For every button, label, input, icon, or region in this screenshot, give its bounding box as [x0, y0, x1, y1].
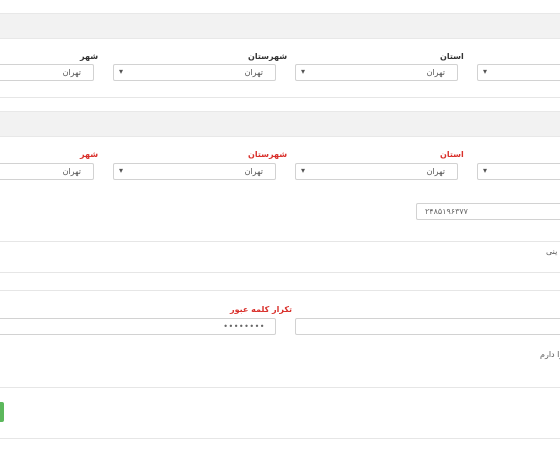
- chevron-down-icon: ▾: [483, 67, 488, 76]
- partial-label-2: را دارم: [540, 350, 560, 359]
- city-select-1[interactable]: تهران: [0, 64, 94, 81]
- county-select-1[interactable]: ▾ تهران: [113, 64, 276, 81]
- county-label-1: شهرستان: [248, 52, 288, 61]
- province-select-1[interactable]: ▾ تهران: [295, 64, 458, 81]
- city-value-1: تهران: [62, 68, 81, 77]
- divider: [0, 438, 560, 439]
- password-repeat-value: ••••••••: [223, 322, 265, 331]
- section-header-1: [0, 13, 560, 39]
- province-select-2[interactable]: ▾ تهران: [295, 163, 458, 180]
- password-repeat-label: تکرار کلمه عبور: [230, 305, 293, 314]
- city-label-1: شهر: [80, 52, 99, 61]
- divider: [0, 387, 560, 388]
- province-label-2: استان: [440, 150, 464, 159]
- county-value-2: تهران: [244, 167, 263, 176]
- divider: [0, 272, 560, 273]
- chevron-down-icon: ▾: [119, 67, 124, 76]
- province-value-1: تهران: [426, 68, 445, 77]
- phone-value: ۲۴۸۵۱۹۶۳۷۷: [425, 207, 468, 216]
- partial-label-1: ینی: [546, 247, 558, 256]
- section-header-2: [0, 111, 560, 137]
- submit-button[interactable]: [0, 402, 4, 422]
- county-label-2: شهرستان: [248, 150, 288, 159]
- chevron-down-icon: ▾: [119, 166, 124, 175]
- city-label-2: شهر: [80, 150, 99, 159]
- divider: [0, 290, 560, 291]
- phone-input[interactable]: ۲۴۸۵۱۹۶۳۷۷: [416, 203, 560, 220]
- province-label-1: استان: [440, 52, 464, 61]
- city-select-2[interactable]: تهران: [0, 163, 94, 180]
- chevron-down-icon: ▾: [301, 67, 306, 76]
- password-repeat-input[interactable]: ••••••••: [0, 318, 276, 335]
- province-value-2: تهران: [426, 167, 445, 176]
- city-value-2: تهران: [62, 167, 81, 176]
- province-select-1-partial[interactable]: ▾: [477, 64, 560, 81]
- divider: [0, 97, 560, 98]
- password-input[interactable]: [295, 318, 560, 335]
- divider: [0, 241, 560, 242]
- chevron-down-icon: ▾: [483, 166, 488, 175]
- province-select-2-partial[interactable]: ▾: [477, 163, 560, 180]
- chevron-down-icon: ▾: [301, 166, 306, 175]
- county-select-2[interactable]: ▾ تهران: [113, 163, 276, 180]
- county-value-1: تهران: [244, 68, 263, 77]
